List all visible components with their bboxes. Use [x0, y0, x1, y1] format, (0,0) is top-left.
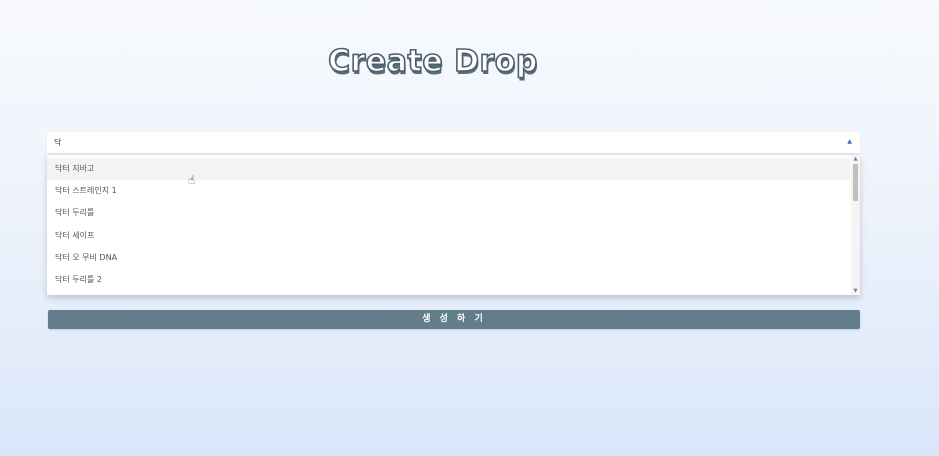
select-value: 닥: [54, 138, 62, 147]
dropdown-option[interactable]: 닥터 스트레인지 1: [47, 180, 850, 202]
dropdown-option[interactable]: 닥터 지바고: [47, 158, 850, 180]
dropdown-option[interactable]: 닥터 두리틀: [47, 202, 850, 224]
dropdown-option[interactable]: 닥터 오 무비 DNA: [47, 247, 850, 269]
create-button[interactable]: 생 성 하 기: [48, 310, 860, 329]
caret-up-icon[interactable]: ▲: [847, 138, 852, 145]
scroll-down-icon[interactable]: ▼: [851, 288, 860, 294]
scroll-up-icon[interactable]: ▲: [851, 156, 860, 162]
page-title: Create Drop: [327, 43, 538, 80]
dropdown-option[interactable]: 닥터 두리틀 2: [47, 269, 850, 291]
dropdown-option[interactable]: 닥터 세이프: [47, 225, 850, 247]
hand-cursor-icon: ☝: [188, 173, 196, 187]
dropdown-list: 닥터 지바고 닥터 스트레인지 1 닥터 두리틀 닥터 세이프 닥터 오 무비 …: [47, 155, 860, 295]
movie-select[interactable]: 닥 ▲: [47, 132, 860, 154]
scrollbar-thumb[interactable]: [853, 164, 858, 201]
dropdown-scrollbar[interactable]: ▲ ▼: [851, 155, 860, 295]
